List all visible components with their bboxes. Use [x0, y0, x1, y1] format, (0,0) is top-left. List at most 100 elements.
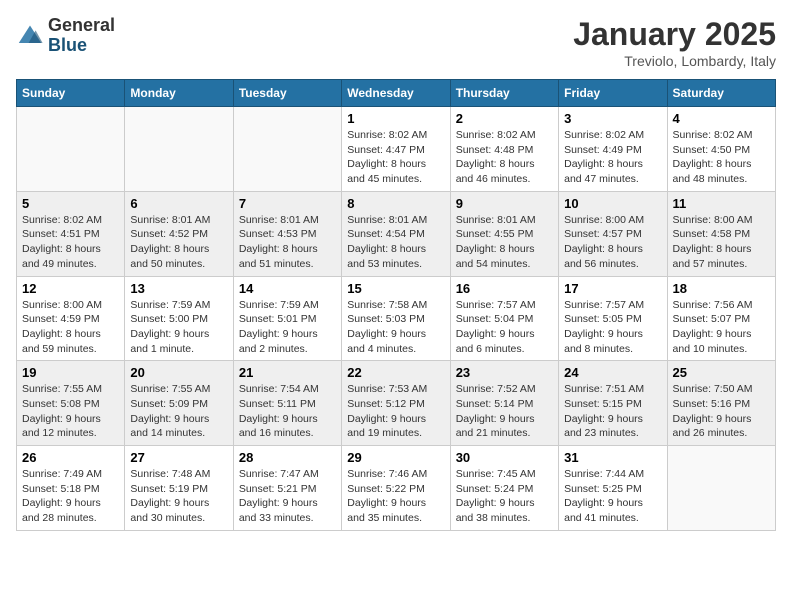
day-cell-4-4: 30 Sunrise: 7:45 AM Sunset: 5:24 PM Dayli…	[450, 446, 558, 531]
day-cell-3-6: 25Sunrise: 7:50 AM Sunset: 5:16 PM Dayli…	[667, 361, 775, 446]
day-number: 16	[456, 281, 553, 296]
day-cell-2-6: 18Sunrise: 7:56 AM Sunset: 5:07 PM Dayli…	[667, 276, 775, 361]
day-info: Sunrise: 7:59 AM Sunset: 5:00 PM Dayligh…	[130, 298, 227, 357]
week-row-3: 12 Sunrise: 8:00 AM Sunset: 4:59 PM Dayli…	[17, 276, 776, 361]
day-info: Sunrise: 8:02 AM Sunset: 4:50 PM Dayligh…	[673, 128, 770, 187]
day-number: 8	[347, 196, 444, 211]
logo: General Blue	[16, 16, 115, 56]
day-cell-1-3: 8 Sunrise: 8:01 AM Sunset: 4:54 PM Daylig…	[342, 191, 450, 276]
day-info: Sunrise: 7:55 AM Sunset: 5:09 PM Dayligh…	[130, 382, 227, 441]
day-number: 21	[239, 365, 336, 380]
day-info: Sunrise: 7:53 AM Sunset: 5:12 PM Dayligh…	[347, 382, 444, 441]
day-number: 10	[564, 196, 661, 211]
logo-icon	[16, 22, 44, 50]
page-header: General Blue January 2025 Treviolo, Lomb…	[16, 16, 776, 69]
day-info: Sunrise: 7:48 AM Sunset: 5:19 PM Dayligh…	[130, 467, 227, 526]
header-thursday: Thursday	[450, 80, 558, 107]
day-info: Sunrise: 8:00 AM Sunset: 4:57 PM Dayligh…	[564, 213, 661, 272]
logo-blue-text: Blue	[48, 36, 115, 56]
day-number: 20	[130, 365, 227, 380]
day-info: Sunrise: 7:59 AM Sunset: 5:01 PM Dayligh…	[239, 298, 336, 357]
day-number: 29	[347, 450, 444, 465]
day-cell-1-5: 10 Sunrise: 8:00 AM Sunset: 4:57 PM Dayli…	[559, 191, 667, 276]
day-number: 5	[22, 196, 119, 211]
day-number: 7	[239, 196, 336, 211]
day-cell-2-0: 12 Sunrise: 8:00 AM Sunset: 4:59 PM Dayli…	[17, 276, 125, 361]
day-number: 26	[22, 450, 119, 465]
day-number: 31	[564, 450, 661, 465]
day-info: Sunrise: 7:57 AM Sunset: 5:04 PM Dayligh…	[456, 298, 553, 357]
day-number: 12	[22, 281, 119, 296]
day-info: Sunrise: 8:01 AM Sunset: 4:55 PM Dayligh…	[456, 213, 553, 272]
day-info: Sunrise: 7:54 AM Sunset: 5:11 PM Dayligh…	[239, 382, 336, 441]
day-number: 23	[456, 365, 553, 380]
day-number: 24	[564, 365, 661, 380]
day-info: Sunrise: 7:46 AM Sunset: 5:22 PM Dayligh…	[347, 467, 444, 526]
calendar-table: SundayMondayTuesdayWednesdayThursdayFrid…	[16, 79, 776, 531]
day-info: Sunrise: 8:01 AM Sunset: 4:53 PM Dayligh…	[239, 213, 336, 272]
day-cell-4-6	[667, 446, 775, 531]
day-info: Sunrise: 7:49 AM Sunset: 5:18 PM Dayligh…	[22, 467, 119, 526]
day-number: 3	[564, 111, 661, 126]
logo-text: General Blue	[48, 16, 115, 56]
day-number: 28	[239, 450, 336, 465]
day-cell-1-0: 5Sunrise: 8:02 AM Sunset: 4:51 PM Daylig…	[17, 191, 125, 276]
day-info: Sunrise: 7:45 AM Sunset: 5:24 PM Dayligh…	[456, 467, 553, 526]
header-monday: Monday	[125, 80, 233, 107]
header-sunday: Sunday	[17, 80, 125, 107]
day-info: Sunrise: 7:47 AM Sunset: 5:21 PM Dayligh…	[239, 467, 336, 526]
day-cell-4-1: 27 Sunrise: 7:48 AM Sunset: 5:19 PM Dayli…	[125, 446, 233, 531]
day-cell-1-2: 7 Sunrise: 8:01 AM Sunset: 4:53 PM Daylig…	[233, 191, 341, 276]
day-cell-0-4: 2 Sunrise: 8:02 AM Sunset: 4:48 PM Daylig…	[450, 107, 558, 192]
day-cell-4-0: 26 Sunrise: 7:49 AM Sunset: 5:18 PM Dayli…	[17, 446, 125, 531]
day-number: 17	[564, 281, 661, 296]
day-number: 25	[673, 365, 770, 380]
header-friday: Friday	[559, 80, 667, 107]
day-number: 15	[347, 281, 444, 296]
day-cell-2-5: 17Sunrise: 7:57 AM Sunset: 5:05 PM Dayli…	[559, 276, 667, 361]
day-cell-4-5: 31Sunrise: 7:44 AM Sunset: 5:25 PM Dayli…	[559, 446, 667, 531]
day-number: 9	[456, 196, 553, 211]
week-row-2: 5Sunrise: 8:02 AM Sunset: 4:51 PM Daylig…	[17, 191, 776, 276]
weekday-header-row: SundayMondayTuesdayWednesdayThursdayFrid…	[17, 80, 776, 107]
week-row-4: 19Sunrise: 7:55 AM Sunset: 5:08 PM Dayli…	[17, 361, 776, 446]
title-area: January 2025 Treviolo, Lombardy, Italy	[573, 16, 776, 69]
day-cell-3-5: 24 Sunrise: 7:51 AM Sunset: 5:15 PM Dayli…	[559, 361, 667, 446]
day-number: 2	[456, 111, 553, 126]
day-cell-1-1: 6Sunrise: 8:01 AM Sunset: 4:52 PM Daylig…	[125, 191, 233, 276]
day-info: Sunrise: 8:02 AM Sunset: 4:49 PM Dayligh…	[564, 128, 661, 187]
day-cell-0-6: 4 Sunrise: 8:02 AM Sunset: 4:50 PM Daylig…	[667, 107, 775, 192]
day-cell-3-2: 21 Sunrise: 7:54 AM Sunset: 5:11 PM Dayli…	[233, 361, 341, 446]
day-info: Sunrise: 7:51 AM Sunset: 5:15 PM Dayligh…	[564, 382, 661, 441]
week-row-5: 26 Sunrise: 7:49 AM Sunset: 5:18 PM Dayli…	[17, 446, 776, 531]
day-cell-4-2: 28 Sunrise: 7:47 AM Sunset: 5:21 PM Dayli…	[233, 446, 341, 531]
day-cell-2-2: 14 Sunrise: 7:59 AM Sunset: 5:01 PM Dayli…	[233, 276, 341, 361]
day-number: 19	[22, 365, 119, 380]
day-cell-0-3: 1 Sunrise: 8:02 AM Sunset: 4:47 PM Daylig…	[342, 107, 450, 192]
day-info: Sunrise: 8:02 AM Sunset: 4:47 PM Dayligh…	[347, 128, 444, 187]
day-cell-2-3: 15 Sunrise: 7:58 AM Sunset: 5:03 PM Dayli…	[342, 276, 450, 361]
day-cell-0-1	[125, 107, 233, 192]
day-number: 4	[673, 111, 770, 126]
day-number: 30	[456, 450, 553, 465]
day-info: Sunrise: 7:52 AM Sunset: 5:14 PM Dayligh…	[456, 382, 553, 441]
day-info: Sunrise: 8:00 AM Sunset: 4:59 PM Dayligh…	[22, 298, 119, 357]
day-cell-3-0: 19Sunrise: 7:55 AM Sunset: 5:08 PM Dayli…	[17, 361, 125, 446]
day-info: Sunrise: 7:58 AM Sunset: 5:03 PM Dayligh…	[347, 298, 444, 357]
day-number: 14	[239, 281, 336, 296]
day-info: Sunrise: 8:01 AM Sunset: 4:54 PM Dayligh…	[347, 213, 444, 272]
calendar-title: January 2025	[573, 16, 776, 53]
day-cell-4-3: 29 Sunrise: 7:46 AM Sunset: 5:22 PM Dayli…	[342, 446, 450, 531]
day-cell-0-0	[17, 107, 125, 192]
header-tuesday: Tuesday	[233, 80, 341, 107]
day-number: 22	[347, 365, 444, 380]
day-cell-3-4: 23 Sunrise: 7:52 AM Sunset: 5:14 PM Dayli…	[450, 361, 558, 446]
day-number: 1	[347, 111, 444, 126]
day-number: 27	[130, 450, 227, 465]
day-info: Sunrise: 8:00 AM Sunset: 4:58 PM Dayligh…	[673, 213, 770, 272]
day-cell-3-3: 22 Sunrise: 7:53 AM Sunset: 5:12 PM Dayli…	[342, 361, 450, 446]
day-cell-3-1: 20 Sunrise: 7:55 AM Sunset: 5:09 PM Dayli…	[125, 361, 233, 446]
day-info: Sunrise: 7:56 AM Sunset: 5:07 PM Dayligh…	[673, 298, 770, 357]
day-info: Sunrise: 8:02 AM Sunset: 4:48 PM Dayligh…	[456, 128, 553, 187]
calendar-subtitle: Treviolo, Lombardy, Italy	[573, 53, 776, 69]
